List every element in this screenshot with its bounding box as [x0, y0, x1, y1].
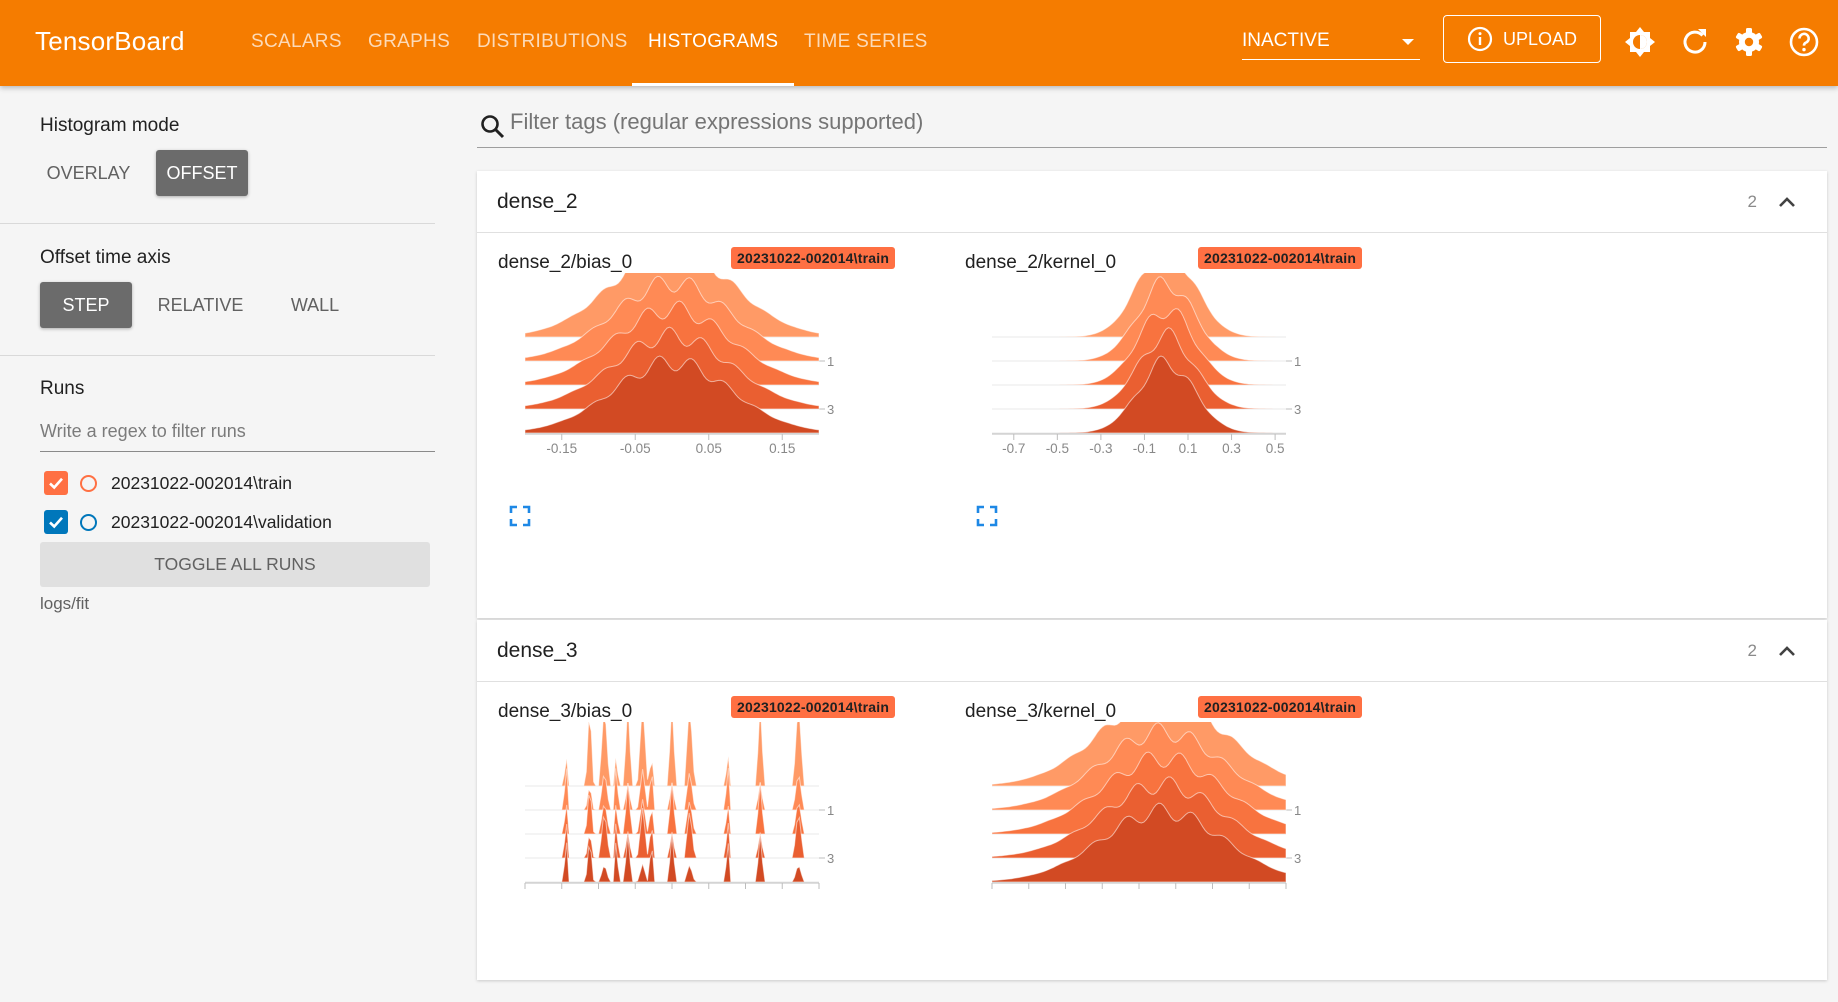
step-tick-label: 1: [827, 354, 834, 369]
histogram-plot: dense_3/bias_0 20231022-002014\train 13: [477, 682, 917, 1002]
plot-title: dense_3/bias_0: [498, 701, 633, 722]
step-tick-label: 3: [827, 402, 834, 417]
search-icon: [481, 115, 505, 139]
tab-scalars[interactable]: SCALARS: [251, 0, 342, 86]
tab-histograms[interactable]: HISTOGRAMS: [632, 0, 795, 86]
tag-group-card: dense_2 2 dense_2/bias_0 20231022-002014…: [477, 171, 1827, 618]
run-chip: 20231022-002014\train: [731, 247, 896, 269]
tab-graphs[interactable]: GRAPHS: [368, 0, 450, 86]
tab-time-series[interactable]: TIME SERIES: [804, 0, 928, 86]
x-tick-label: -0.5: [1046, 441, 1069, 456]
run-chip: 20231022-002014\train: [1198, 247, 1363, 269]
check-icon: [49, 516, 63, 529]
tag-group-header[interactable]: dense_2 2: [477, 171, 1827, 233]
chevron-up-icon[interactable]: [1777, 192, 1797, 212]
histogram-mode-offset[interactable]: OFFSET: [156, 150, 248, 196]
tag-group-header[interactable]: dense_3 2: [477, 620, 1827, 682]
x-tick-label: 0.5: [1266, 441, 1285, 456]
x-tick-label: 0.3: [1222, 441, 1241, 456]
run-chip: 20231022-002014\train: [1198, 696, 1363, 718]
upload-label: UPLOAD: [1502, 28, 1578, 49]
step-tick-label: 1: [1294, 354, 1301, 369]
plot-title: dense_3/kernel_0: [965, 701, 1117, 722]
plot-title: dense_2/bias_0: [498, 252, 633, 273]
histogram-layer: [525, 835, 819, 883]
step-tick-label: 3: [1294, 851, 1301, 866]
histogram-plot: dense_2/kernel_0 20231022-002014\train 1…: [944, 233, 1384, 553]
run-name-train: 20231022-002014\train: [111, 472, 292, 493]
histogram-layer: [525, 722, 819, 787]
x-tick-label: 0.15: [769, 441, 795, 456]
x-tick-label: -0.05: [620, 441, 651, 456]
offset-time-axis-title: Offset time axis: [40, 247, 171, 268]
plot-title: dense_2/kernel_0: [965, 252, 1117, 273]
step-tick-label: 1: [827, 803, 834, 818]
tag-group-count: 2: [1747, 641, 1757, 660]
x-tick-label: 0.1: [1179, 441, 1198, 456]
histogram-chart: 1 3 -0.7 -0.5 -0.3 -0.1 0.1 0.3 0.5: [992, 273, 1301, 456]
run-checkbox-train[interactable]: [44, 471, 68, 495]
check-icon: [49, 477, 63, 490]
run-item-validation: 20231022-002014\validation: [44, 507, 332, 537]
time-axis-wall[interactable]: WALL: [275, 282, 355, 328]
runs-title: Runs: [40, 378, 85, 399]
run-color-swatch-train[interactable]: [80, 474, 97, 492]
sidebar-divider: [0, 223, 435, 224]
time-axis-step[interactable]: STEP: [40, 282, 132, 328]
x-tick-label: -0.15: [546, 441, 577, 456]
fullscreen-expand-icon[interactable]: [975, 504, 999, 528]
histogram-mode-overlay[interactable]: OVERLAY: [40, 150, 137, 196]
run-chip: 20231022-002014\train: [731, 696, 896, 718]
tag-filter-input[interactable]: [510, 105, 1810, 139]
refresh-icon[interactable]: [1678, 25, 1712, 59]
histogram-plot: dense_3/kernel_0 20231022-002014\train 1…: [944, 682, 1384, 1002]
chevron-down-icon: [1402, 39, 1414, 45]
toggle-all-runs-button[interactable]: TOGGLE ALL RUNS: [40, 542, 430, 587]
chevron-up-icon[interactable]: [1777, 641, 1797, 661]
histogram-mode-title: Histogram mode: [40, 115, 180, 136]
run-color-swatch-validation[interactable]: [80, 513, 97, 531]
run-name-validation: 20231022-002014\validation: [111, 511, 332, 532]
histogram-chart: 13: [524, 722, 834, 889]
theme-toggle-icon[interactable]: [1623, 25, 1657, 59]
step-tick-label: 3: [827, 851, 834, 866]
time-axis-relative[interactable]: RELATIVE: [153, 282, 248, 328]
tag-group-title: dense_3: [497, 639, 578, 662]
run-checkbox-validation[interactable]: [44, 510, 68, 534]
x-tick-label: 0.05: [696, 441, 722, 456]
log-directory: logs/fit: [40, 594, 90, 613]
run-status-select[interactable]: INACTIVE: [1242, 24, 1420, 60]
x-tick-label: -0.1: [1133, 441, 1156, 456]
settings-gear-icon[interactable]: [1732, 25, 1766, 59]
run-filter-input[interactable]: [40, 412, 435, 452]
tag-group-title: dense_2: [497, 190, 578, 213]
sidebar-divider: [0, 355, 435, 356]
histogram-chart: 13: [991, 722, 1301, 889]
tag-group-count: 2: [1747, 192, 1757, 211]
run-status-value: INACTIVE: [1242, 30, 1330, 51]
run-item-train: 20231022-002014\train: [44, 468, 292, 498]
tag-group-card: dense_3 2 dense_3/bias_0 20231022-002014…: [477, 620, 1827, 980]
help-icon[interactable]: [1787, 25, 1821, 59]
x-tick-label: -0.3: [1089, 441, 1112, 456]
step-tick-label: 3: [1294, 402, 1301, 417]
upload-button[interactable]: UPLOAD: [1443, 15, 1601, 63]
tab-distributions[interactable]: DISTRIBUTIONS: [477, 0, 628, 86]
x-tick-label: -0.7: [1002, 441, 1025, 456]
sidebar: Histogram mode OVERLAY OFFSET Offset tim…: [0, 86, 460, 962]
app-title: TensorBoard: [35, 26, 185, 56]
fullscreen-expand-icon[interactable]: [508, 504, 532, 528]
histogram-chart: 1 3 -0.15 -0.05 0.05 0.15: [524, 273, 834, 456]
histogram-plot: dense_2/bias_0 20231022-002014\train 1 3 -…: [477, 233, 917, 553]
step-tick-label: 1: [1294, 803, 1301, 818]
info-icon: [1467, 26, 1493, 52]
tag-filter-bar: [477, 95, 1827, 148]
top-app-bar: TensorBoard SCALARS GRAPHS DISTRIBUTIONS…: [0, 0, 1838, 86]
